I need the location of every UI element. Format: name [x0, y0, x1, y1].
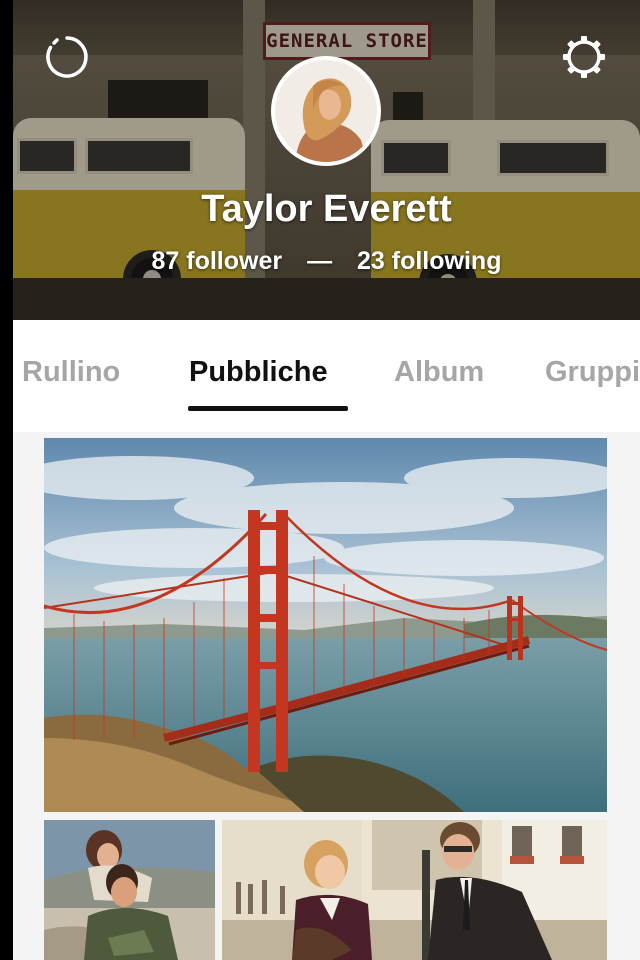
tab-rullino[interactable]: Rullino: [22, 356, 120, 389]
avatar[interactable]: [271, 56, 381, 166]
followers-count[interactable]: 87 follower: [152, 247, 283, 275]
tab-gruppi[interactable]: Gruppi: [545, 356, 640, 389]
following-count[interactable]: 23 following: [357, 247, 501, 275]
stats-separator: —: [307, 247, 333, 275]
photo-couple-street[interactable]: [222, 820, 607, 960]
active-tab-indicator: [188, 406, 348, 411]
user-name: Taylor Everett: [201, 188, 452, 230]
profile-screen: GENERAL STORE Taylor Everett 87 follower…: [13, 0, 640, 960]
refresh-icon[interactable]: [44, 34, 90, 80]
photo-couple-piggyback[interactable]: [44, 820, 215, 960]
tab-album[interactable]: Album: [394, 356, 484, 389]
follow-stats: 87 follower — 23 following: [13, 247, 640, 276]
profile-header: GENERAL STORE Taylor Everett 87 follower…: [13, 0, 640, 320]
tab-pubbliche[interactable]: Pubbliche: [189, 356, 328, 389]
tab-bar: Rullino Pubbliche Album Gruppi: [13, 320, 640, 432]
photo-golden-gate[interactable]: [44, 438, 607, 812]
gear-icon[interactable]: [561, 34, 607, 80]
